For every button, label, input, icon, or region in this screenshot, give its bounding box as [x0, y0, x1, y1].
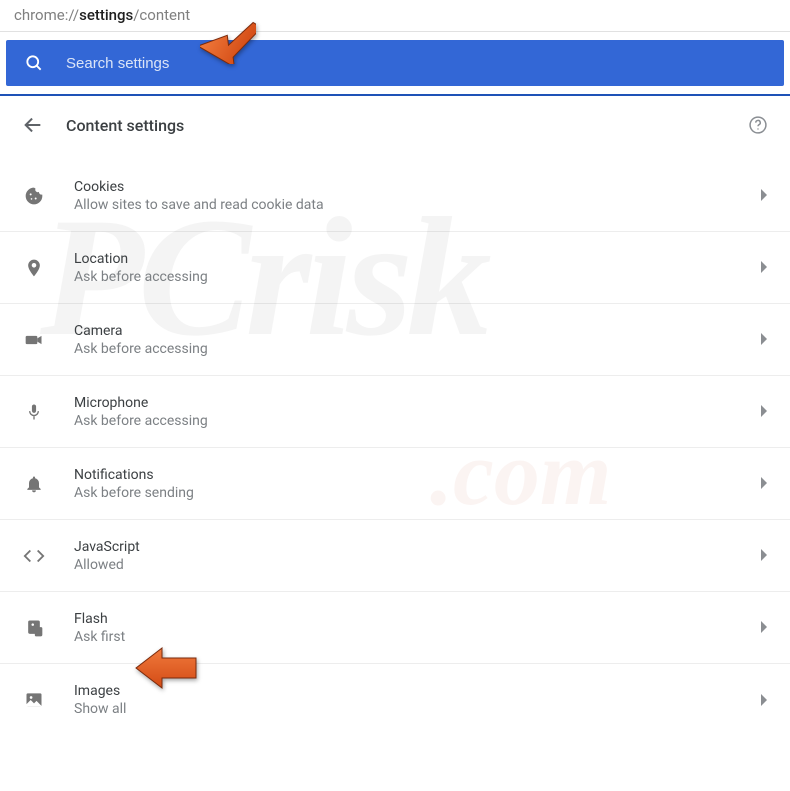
setting-sublabel: Ask first: [74, 629, 760, 645]
url-path: /content: [133, 6, 190, 24]
notifications-icon: [22, 474, 46, 494]
flash-icon: [22, 618, 46, 638]
chevron-right-icon: [760, 691, 768, 710]
back-button[interactable]: [22, 114, 44, 136]
search-bar[interactable]: [6, 40, 784, 86]
setting-label: Flash: [74, 611, 760, 627]
setting-sublabel: Show all: [74, 701, 760, 717]
setting-sublabel: Allow sites to save and read cookie data: [74, 197, 760, 213]
setting-sublabel: Ask before accessing: [74, 341, 760, 357]
setting-label: JavaScript: [74, 539, 760, 555]
search-input[interactable]: [66, 55, 766, 72]
setting-label: Microphone: [74, 395, 760, 411]
setting-label: Cookies: [74, 179, 760, 195]
camera-icon: [22, 330, 46, 350]
images-icon: [22, 690, 46, 710]
help-button[interactable]: [748, 115, 768, 135]
chevron-right-icon: [760, 186, 768, 205]
url-prefix: chrome://: [14, 6, 79, 24]
chevron-right-icon: [760, 258, 768, 277]
setting-sublabel: Ask before sending: [74, 485, 760, 501]
chevron-right-icon: [760, 330, 768, 349]
cookies-icon: [22, 186, 46, 206]
setting-label: Camera: [74, 323, 760, 339]
setting-row-location[interactable]: Location Ask before accessing: [0, 232, 790, 304]
setting-row-notifications[interactable]: Notifications Ask before sending: [0, 448, 790, 520]
page-title: Content settings: [66, 116, 748, 135]
setting-row-images[interactable]: Images Show all: [0, 664, 790, 736]
setting-sublabel: Ask before accessing: [74, 269, 760, 285]
address-bar[interactable]: chrome://settings/content: [0, 0, 790, 32]
location-icon: [22, 258, 46, 278]
setting-label: Images: [74, 683, 760, 699]
chevron-right-icon: [760, 618, 768, 637]
page-header: Content settings: [0, 96, 790, 160]
setting-row-cookies[interactable]: Cookies Allow sites to save and read coo…: [0, 160, 790, 232]
setting-row-javascript[interactable]: JavaScript Allowed: [0, 520, 790, 592]
setting-sublabel: Allowed: [74, 557, 760, 573]
content-settings-list: Cookies Allow sites to save and read coo…: [0, 160, 790, 736]
javascript-icon: [22, 546, 46, 566]
setting-row-microphone[interactable]: Microphone Ask before accessing: [0, 376, 790, 448]
setting-sublabel: Ask before accessing: [74, 413, 760, 429]
chevron-right-icon: [760, 402, 768, 421]
chevron-right-icon: [760, 546, 768, 565]
setting-label: Notifications: [74, 467, 760, 483]
setting-label: Location: [74, 251, 760, 267]
url-host: settings: [79, 6, 133, 24]
chevron-right-icon: [760, 474, 768, 493]
search-icon: [24, 53, 44, 73]
setting-row-camera[interactable]: Camera Ask before accessing: [0, 304, 790, 376]
setting-row-flash[interactable]: Flash Ask first: [0, 592, 790, 664]
microphone-icon: [22, 402, 46, 422]
search-bar-container: [0, 32, 790, 96]
